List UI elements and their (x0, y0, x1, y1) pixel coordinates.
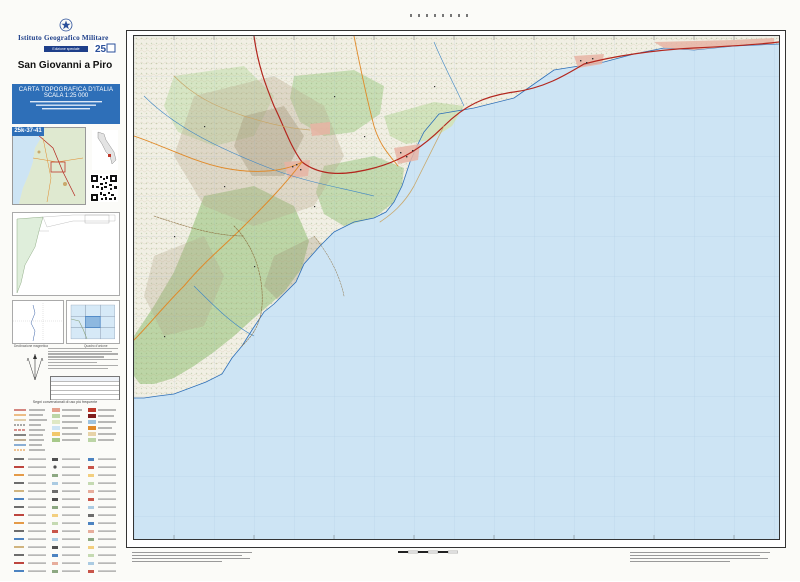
igm-25k-logo-icon: 25 (94, 42, 116, 54)
declination-caption: Declinazione magnetica (14, 344, 48, 348)
top-scale-ticks (410, 14, 468, 17)
sheet-code-badge: 25k-37-41 (12, 127, 44, 136)
series-box: CARTA TOPOGRAFICA D'ITALIA SCALA 1:25 00… (12, 84, 120, 124)
coordinates-table (50, 376, 120, 400)
publisher-header: Istituto Geografico Militare Edizione sp… (8, 14, 122, 58)
legend-symbols (14, 408, 116, 573)
overview-map (12, 212, 120, 296)
qr-code-icon[interactable] (90, 174, 118, 202)
publisher-edition-label: Edizione speciale (44, 46, 88, 52)
series-fineprint (30, 101, 102, 110)
location-minimap (12, 127, 86, 205)
map-area[interactable] (133, 35, 780, 540)
sheet-title: San Giovanni a Piro (17, 60, 113, 71)
declination-diagram (12, 300, 64, 344)
scale-bar (398, 550, 458, 554)
italy-locator-icon (92, 130, 118, 170)
legend-title: Segni convenzionali di uso più frequente (32, 400, 98, 404)
map-sheet: Istituto Geografico Militare Edizione sp… (0, 0, 800, 581)
publisher-title: Istituto Geografico Militare (18, 34, 109, 42)
north-arrows-icon (26, 354, 44, 381)
sheet-notes (48, 346, 118, 371)
sheet-index-diagram (66, 300, 120, 344)
legend-panel: Istituto Geografico Militare Edizione sp… (8, 14, 122, 573)
svg-text:25: 25 (95, 44, 107, 54)
republic-emblem-icon (59, 18, 73, 32)
